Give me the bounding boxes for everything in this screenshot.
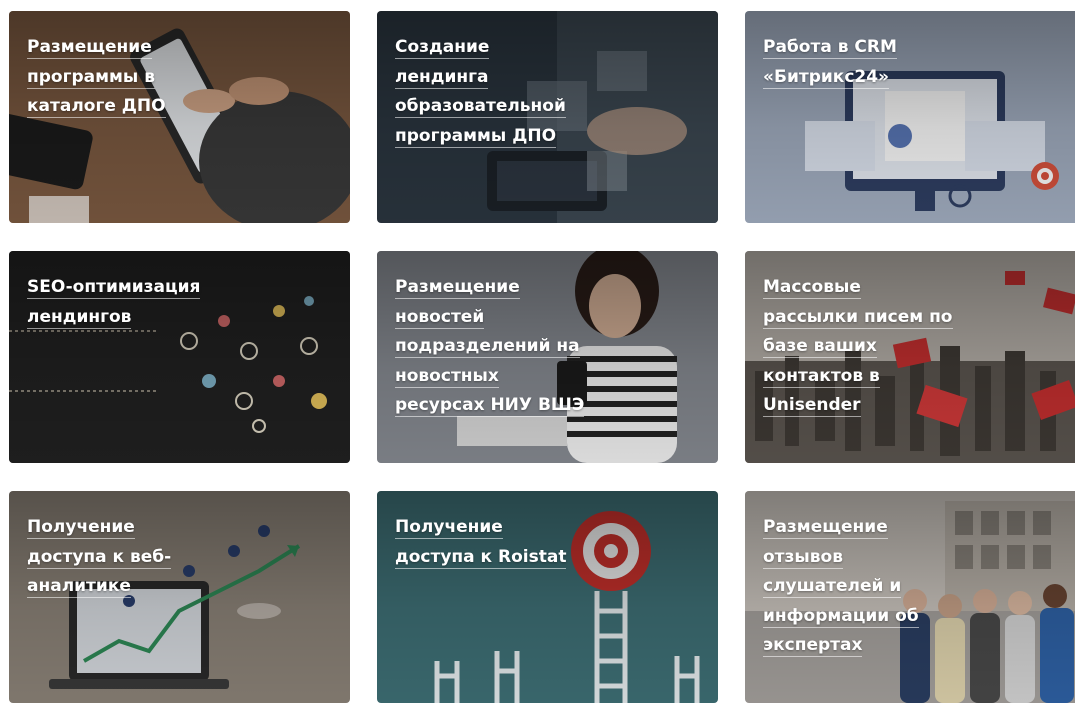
service-card-crm-bitrix[interactable]: Работа в CRM «Битрикс24»	[745, 11, 1075, 223]
services-grid: Размещение программы в каталоге ДПО Созд…	[0, 0, 1075, 703]
card-title: Размещение отзывов слушателей и информац…	[763, 517, 919, 657]
service-card-unisender[interactable]: Массовые рассылки писем по базе ваших ко…	[745, 251, 1075, 463]
card-title: Размещение новостей подразделений на нов…	[395, 277, 585, 417]
card-title: Размещение программы в каталоге ДПО	[27, 37, 166, 118]
service-card-roistat[interactable]: Получение доступа к Roistat	[377, 491, 718, 703]
service-card-web-analytics[interactable]: Получение доступа к веб-аналитике	[9, 491, 350, 703]
card-title: SEO-оптимизация лендингов	[27, 277, 201, 329]
service-card-news[interactable]: Размещение новостей подразделений на нов…	[377, 251, 718, 463]
service-card-reviews[interactable]: Размещение отзывов слушателей и информац…	[745, 491, 1075, 703]
service-card-seo[interactable]: SEO-оптимизация лендингов	[9, 251, 350, 463]
card-title: Получение доступа к Roistat	[395, 517, 567, 569]
service-card-dpo-catalog[interactable]: Размещение программы в каталоге ДПО	[9, 11, 350, 223]
card-title: Работа в CRM «Битрикс24»	[763, 37, 897, 89]
card-title: Массовые рассылки писем по базе ваших ко…	[763, 277, 953, 417]
card-title: Получение доступа к веб-аналитике	[27, 517, 172, 598]
card-title: Создание лендинга образовательной програ…	[395, 37, 566, 148]
service-card-landing-creation[interactable]: Создание лендинга образовательной програ…	[377, 11, 718, 223]
